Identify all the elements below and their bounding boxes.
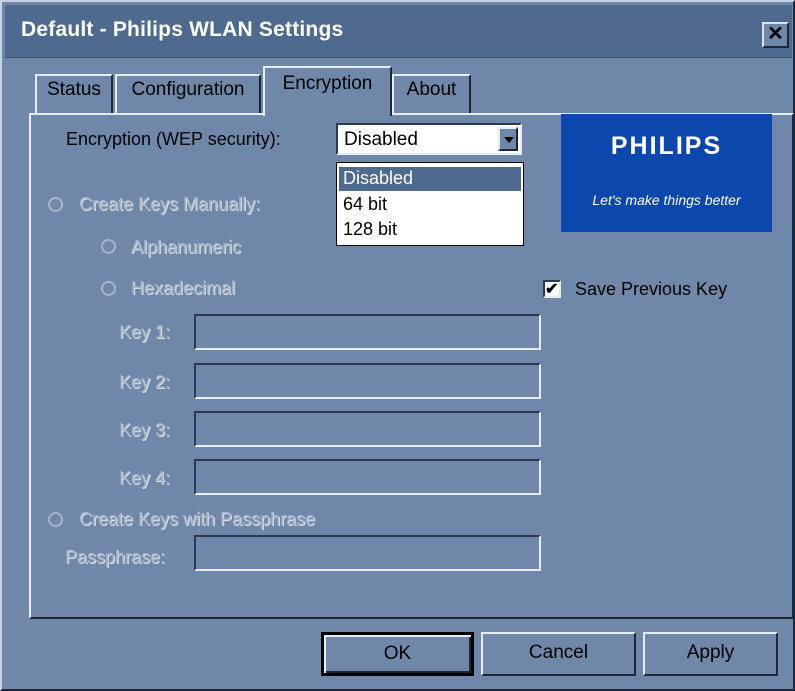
encryption-dropdown-list: Disabled 64 bit 128 bit (336, 162, 524, 246)
encryption-label: Encryption (WEP security): (66, 129, 281, 149)
key-2-label: Key 2: (119, 372, 171, 392)
philips-logo: PHILIPS Let's make things better (561, 114, 772, 232)
create-keys-manually-radio[interactable] (48, 197, 63, 212)
ok-button[interactable]: OK (321, 632, 474, 676)
tab-about[interactable]: About (392, 74, 471, 114)
option-128-bit[interactable]: 128 bit (339, 218, 521, 242)
option-64-bit[interactable]: 64 bit (339, 193, 521, 217)
save-previous-key-label: Save Previous Key (575, 279, 728, 299)
hexadecimal-label: Hexadecimal (131, 278, 236, 298)
alphanumeric-label: Alphanumeric (131, 237, 242, 257)
logo-brand: PHILIPS (610, 132, 723, 160)
key-1-input[interactable] (194, 314, 541, 350)
passphrase-label: Passphrase: (65, 547, 166, 567)
apply-button[interactable]: Apply (643, 632, 778, 676)
wlan-settings-window: Default - Philips WLAN Settings ✕ Status… (0, 0, 795, 691)
cancel-button[interactable]: Cancel (481, 632, 636, 676)
passphrase-input[interactable] (194, 535, 541, 571)
key-3-label: Key 3: (119, 420, 171, 440)
tab-about-label: About (406, 79, 457, 100)
key-3-input[interactable] (194, 411, 541, 447)
tab-status[interactable]: Status (35, 74, 113, 114)
key-2-input[interactable] (194, 363, 541, 399)
create-keys-passphrase-label: Create Keys with Passphrase (79, 509, 316, 529)
alphanumeric-radio[interactable] (101, 239, 116, 254)
close-icon: ✕ (767, 23, 784, 45)
logo-slogan: Let's make things better (592, 192, 741, 208)
hexadecimal-radio[interactable] (101, 281, 116, 296)
tab-encryption[interactable]: Encryption (263, 66, 392, 116)
window-title: Default - Philips WLAN Settings (21, 18, 344, 41)
option-disabled[interactable]: Disabled (339, 167, 521, 191)
title-bar[interactable]: Default - Philips WLAN Settings ✕ (5, 5, 792, 58)
tab-encryption-label: Encryption (282, 73, 373, 94)
encryption-select-value: Disabled (344, 129, 418, 150)
key-1-label: Key 1: (119, 322, 171, 342)
create-keys-passphrase-radio[interactable] (48, 512, 63, 527)
key-4-input[interactable] (194, 459, 541, 495)
chevron-down-icon[interactable] (498, 127, 518, 151)
tab-configuration-label: Configuration (131, 79, 245, 100)
close-button[interactable]: ✕ (762, 22, 789, 48)
create-keys-manually-label: Create Keys Manually: (79, 194, 261, 214)
encryption-select[interactable]: Disabled (336, 123, 522, 155)
save-previous-key-checkbox[interactable]: ✔ (543, 280, 561, 298)
tab-status-label: Status (47, 79, 101, 100)
check-icon: ✔ (545, 281, 559, 298)
key-4-label: Key 4: (119, 468, 171, 488)
tab-configuration[interactable]: Configuration (115, 74, 261, 114)
